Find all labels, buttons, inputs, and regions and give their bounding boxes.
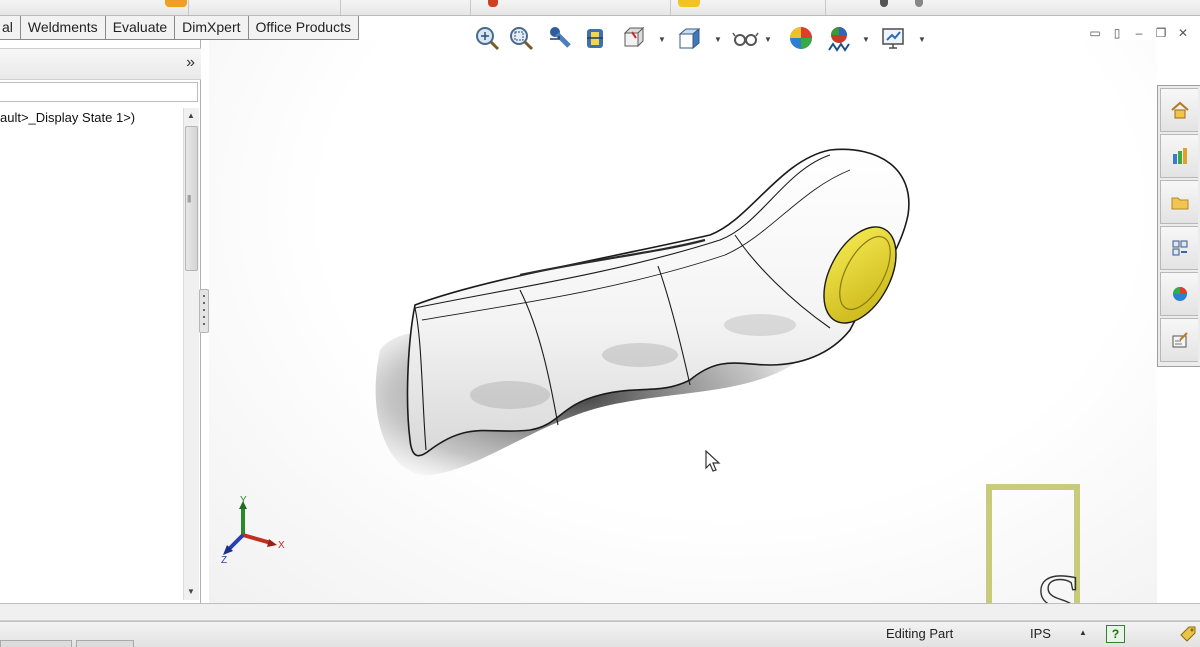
hide-show-items-icon [732,32,759,46]
zoom-to-fit-icon [476,27,500,51]
configuration-tree-item[interactable]: ault>_Display State 1>) [0,110,135,125]
tab-dimxpert[interactable]: DimXpert [175,16,249,40]
task-pane-appearances-tab[interactable] [1160,272,1198,316]
view-orientation-menu-caret-icon[interactable]: ▼ [714,35,722,44]
view-settings-icon [882,28,904,49]
feature-manager-pane: » ault>_Display State 1>) ▲ ||| ▼ [0,40,201,603]
units-menu-caret-icon[interactable]: ▲ [1079,628,1087,637]
task-pane-view-palette-tab[interactable] [1160,226,1198,270]
status-mode-text: Editing Part [886,626,954,641]
task-pane-design-library-tab[interactable] [1160,134,1198,178]
ribbon-separator [188,0,189,15]
ribbon-separator [340,0,341,15]
ribbon-separator [470,0,471,15]
zoom-to-area-button[interactable] [506,22,536,56]
apply-scene-button[interactable] [824,22,854,56]
ribbon-separator [825,0,826,15]
tile-vertical-icon[interactable]: ▯ [1108,24,1126,42]
graphics-horizontal-strip [0,603,1200,621]
zoom-to-fit-button[interactable] [472,22,502,56]
triad-x-label: X [278,540,285,551]
mouse-cursor-icon [705,450,721,472]
feature-filter-input[interactable] [0,82,198,102]
scrollbar-grip-icon: ||| [187,194,191,203]
custom-properties-icon [1172,332,1188,348]
close-icon[interactable]: ✕ [1174,24,1192,42]
minimize-icon[interactable]: – [1130,24,1148,42]
quick-tips-help-button[interactable]: ? [1106,625,1125,643]
bottom-tab[interactable] [0,640,72,647]
document-window-controls: ▭ ▯ – ❐ ✕ [1086,24,1192,42]
view-orientation-button[interactable] [674,22,704,56]
pane-splitter[interactable] [199,289,209,333]
tab-office-products[interactable]: Office Products [248,16,359,40]
triad-y-label: Y [240,495,247,506]
tab-weldments[interactable]: Weldments [20,16,106,40]
edit-appearance-icon [790,27,812,49]
feature-manager-header: » [0,48,201,80]
hide-show-items-button[interactable] [730,22,760,56]
tag-icon[interactable] [1178,624,1198,644]
hide-show-menu-caret-icon[interactable]: ▼ [764,35,772,44]
dynamic-annotation-menu-caret-icon[interactable]: ▼ [658,35,666,44]
previous-view-button[interactable] [546,22,576,56]
command-manager-tabs: al Weldments Evaluate DimXpert Office Pr… [0,16,359,40]
task-pane-home-tab[interactable] [1160,88,1198,132]
section-view-icon [587,29,603,48]
ribbon-strip [0,0,1200,16]
apply-scene-menu-caret-icon[interactable]: ▼ [862,35,870,44]
ribbon-icon-small[interactable] [880,0,888,7]
ribbon-icon-orange[interactable] [165,0,187,7]
task-pane-file-explorer-tab[interactable] [1160,180,1198,224]
appearances-icon [1172,287,1187,301]
ribbon-separator [670,0,671,15]
home-icon [1170,101,1189,119]
view-orientation-icon [678,27,701,50]
view-palette-icon [1172,240,1187,256]
restore-icon[interactable]: ❐ [1152,24,1170,42]
scroll-down-arrow-icon[interactable]: ▼ [187,587,195,596]
dynamic-annotation-views-button[interactable] [618,22,648,56]
triad-z-label: Z [221,555,227,565]
file-explorer-icon [1171,197,1188,210]
previous-view-icon [550,27,571,48]
design-library-icon [1172,148,1187,164]
apply-scene-icon [828,27,850,52]
part-model-grip[interactable] [360,140,920,490]
solidworks-window: al Weldments Evaluate DimXpert Office Pr… [0,0,1200,647]
tab-partial[interactable]: al [0,16,21,40]
view-settings-button[interactable] [878,22,908,56]
view-settings-menu-caret-icon[interactable]: ▼ [918,35,926,44]
ribbon-icon-red[interactable] [488,0,498,7]
zoom-to-area-icon [510,27,534,51]
ribbon-icon-yellow[interactable] [678,0,700,7]
status-units-text[interactable]: IPS [1030,626,1051,641]
section-view-button[interactable] [580,22,610,56]
expand-pane-icon[interactable]: » [186,54,195,72]
tile-horizontal-icon[interactable]: ▭ [1086,24,1104,42]
task-pane-custom-properties-tab[interactable] [1160,318,1198,362]
task-pane [1157,85,1200,367]
status-bar: Editing Part IPS ▲ ? [0,621,1200,647]
edit-appearance-button[interactable] [786,22,816,56]
reference-triad: Y X Z [221,495,285,565]
feature-tree-scrollbar[interactable]: ▲ ||| ▼ [183,108,199,600]
tab-evaluate[interactable]: Evaluate [105,16,176,40]
dynamic-annotation-views-icon [623,26,645,48]
ribbon-icon-small[interactable] [915,0,923,7]
scroll-up-arrow-icon[interactable]: ▲ [187,111,195,120]
bottom-tab[interactable] [76,640,134,647]
